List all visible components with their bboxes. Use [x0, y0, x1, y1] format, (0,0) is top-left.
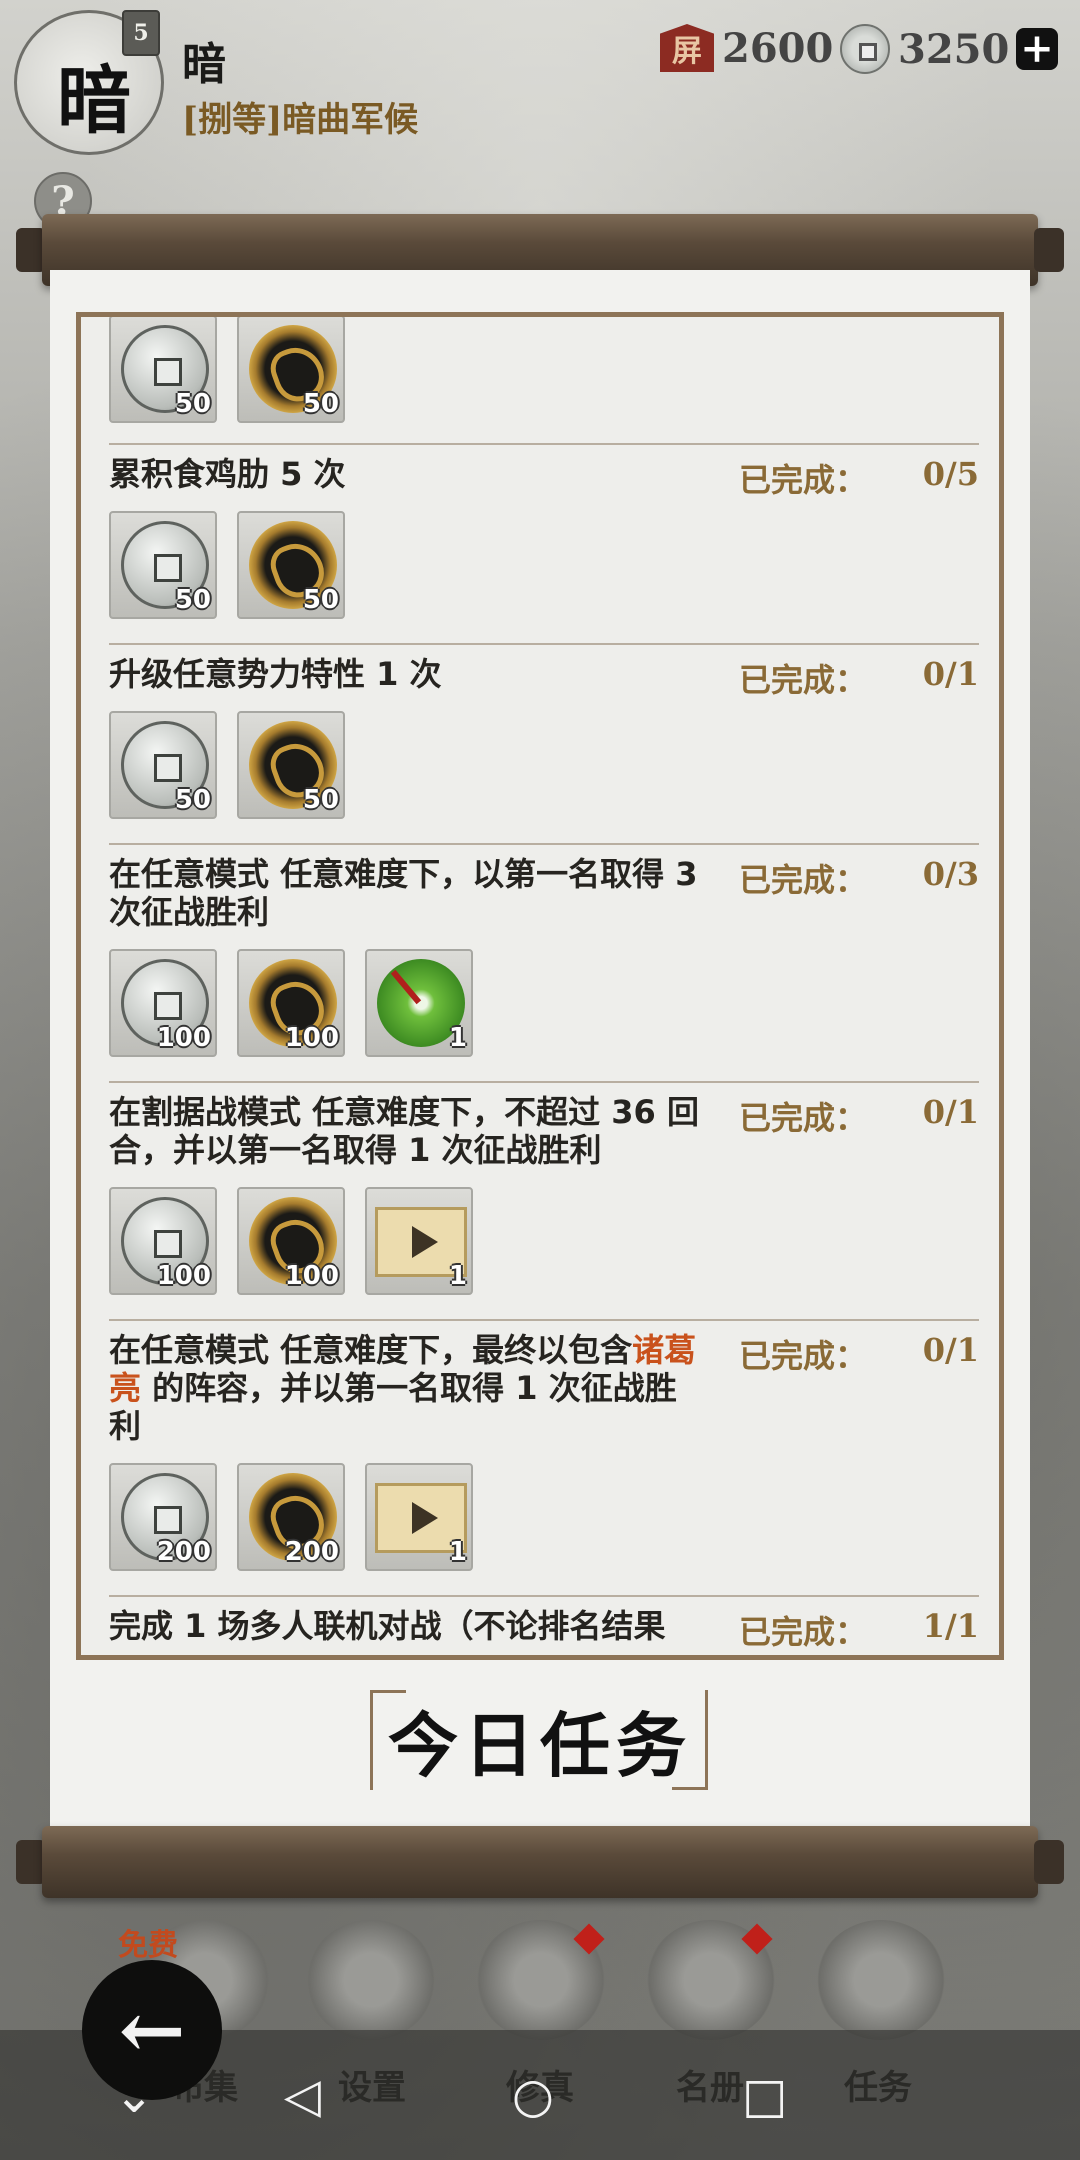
task-2-rewards: 50 50	[109, 711, 345, 819]
reward-slot[interactable]: 50	[109, 711, 217, 819]
nav-roster-label[interactable]: 名册	[676, 2060, 744, 2109]
currency-b-value: 3250	[898, 25, 1010, 73]
progress-label: 已完成：	[739, 1337, 868, 1375]
task-description: 完成 1 场多人联机对战（不论排名结果	[109, 1607, 666, 1645]
task-1-rewards: 50 50	[109, 511, 345, 619]
divider	[109, 1081, 979, 1083]
reward-slot[interactable]: 50	[237, 511, 345, 619]
progress-value: 0/1	[922, 1093, 979, 1131]
progress-label: 已完成：	[739, 461, 868, 499]
reward-slot[interactable]: 100	[237, 1187, 345, 1295]
rank-badge: 5	[122, 10, 160, 56]
progress-value: 0/1	[922, 1331, 979, 1369]
reward-slot[interactable]: 200	[237, 1463, 345, 1571]
divider	[109, 643, 979, 645]
reward-slot[interactable]: 1	[365, 949, 473, 1057]
divider	[109, 843, 979, 845]
currency-b: 3250	[840, 24, 1009, 74]
reward-slot[interactable]: 1	[365, 1187, 473, 1295]
reward-slot[interactable]: 50	[109, 317, 217, 423]
nav-tasks-label[interactable]: 任务	[844, 2060, 912, 2109]
task-text-suffix: 的阵容，并以第一名取得 1 次征战胜利	[109, 1369, 677, 1445]
copper-coin-icon	[840, 24, 890, 74]
task-0-rewards: 50 50	[109, 317, 345, 423]
task-description: 升级任意势力特性 1 次	[109, 655, 442, 693]
divider	[109, 1595, 979, 1597]
player-name: 暗	[182, 39, 226, 90]
task-3-rewards: 100 100 1	[109, 949, 473, 1057]
progress-value: 1/1	[922, 1607, 979, 1645]
task-text-prefix: 在任意模式 任意难度下，最终以包含	[109, 1331, 633, 1369]
reward-slot[interactable]: 100	[109, 949, 217, 1057]
home-circle-icon[interactable]: ○	[512, 2068, 554, 2124]
divider	[109, 443, 979, 445]
player-title: [捌等]暗曲军候	[182, 100, 419, 140]
progress-value: 0/1	[922, 655, 979, 693]
task-description: 在任意模式 任意难度下，以第一名取得 3 次征战胜利	[109, 855, 698, 931]
progress-label: 已完成：	[739, 1613, 868, 1651]
progress-label: 已完成：	[739, 661, 868, 699]
reward-slot[interactable]: 50	[237, 317, 345, 423]
progress-value: 0/3	[922, 855, 979, 893]
free-tag: 免费	[118, 1928, 178, 1963]
task-description: 累积食鸡肋 5 次	[109, 455, 346, 493]
task-description: 在割据战模式 任意难度下，不超过 36 回合，并以第一名取得 1 次征战胜利	[109, 1093, 699, 1169]
task-description: 在任意模式 任意难度下，最终以包含诸葛亮 的阵容，并以第一名取得 1 次征战胜利	[109, 1331, 699, 1445]
reward-slot[interactable]: 100	[237, 949, 345, 1057]
task-4-rewards: 100 100 1	[109, 1187, 473, 1295]
reward-slot[interactable]: 200	[109, 1463, 217, 1571]
progress-value: 0/5	[922, 455, 979, 493]
daily-tasks-title: 今日任务	[388, 1703, 692, 1787]
gate-currency-icon: 屏	[660, 24, 714, 72]
currency-a: 屏 2600	[660, 24, 833, 72]
reward-slot[interactable]: 100	[109, 1187, 217, 1295]
recents-square-icon[interactable]: □	[742, 2068, 787, 2124]
reward-slot[interactable]: 50	[237, 711, 345, 819]
reward-slot[interactable]: 50	[109, 511, 217, 619]
scroll-rod-bottom	[16, 1826, 1064, 1898]
nav-settings-label[interactable]: 设置	[338, 2060, 406, 2109]
back-triangle-icon[interactable]: ◁	[284, 2068, 321, 2124]
chevron-down-icon[interactable]: ⌄	[114, 2068, 154, 2124]
progress-label: 已完成：	[739, 1099, 868, 1137]
divider	[109, 1319, 979, 1321]
reward-slot[interactable]: 1	[365, 1463, 473, 1571]
nav-tasks-icon[interactable]	[816, 1920, 946, 2040]
task-5-rewards: 200 200 1	[109, 1463, 473, 1571]
task-list[interactable]: 50 50 累积食鸡肋 5 次 已完成： 0/5 50 50 升级任意势力特性 …	[76, 312, 1004, 1660]
currency-a-value: 2600	[722, 24, 834, 72]
avatar-glyph: 暗	[57, 58, 131, 144]
progress-label: 已完成：	[739, 861, 868, 899]
add-currency-button[interactable]: +	[1016, 28, 1058, 70]
nav-settings-icon[interactable]	[306, 1920, 436, 2040]
